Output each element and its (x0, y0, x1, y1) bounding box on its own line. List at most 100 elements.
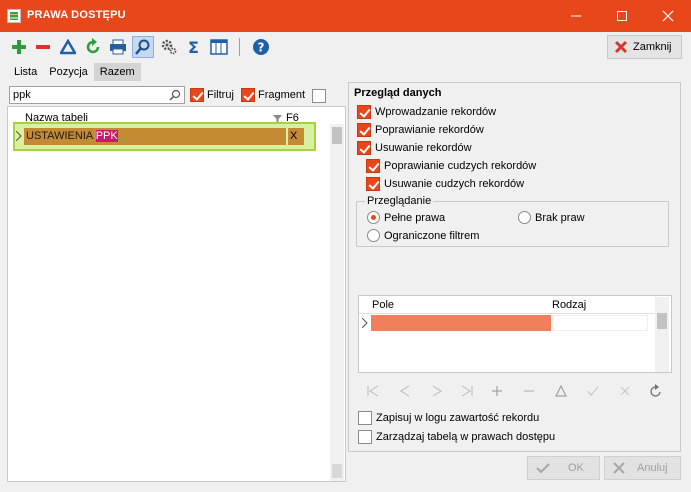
perm-insert-checkbox[interactable] (357, 105, 371, 119)
browse-filtered-radio[interactable] (367, 229, 380, 242)
search-input[interactable]: ppk (9, 86, 185, 104)
last-record-icon[interactable] (461, 385, 473, 397)
columns-icon (210, 39, 228, 55)
fields-row-type-cell[interactable] (552, 315, 648, 331)
close-icon (662, 10, 674, 22)
edit-button[interactable] (57, 36, 79, 58)
filter-label: Filtruj (207, 89, 234, 101)
log-label: Zapisuj w logu zawartość rekordu (376, 412, 540, 424)
filter-checkbox[interactable] (190, 88, 204, 102)
manage-option[interactable]: Zarządzaj tabelą w prawach dostępu (358, 430, 555, 444)
search-icon (135, 39, 150, 55)
svg-text:?: ? (258, 41, 265, 55)
table-row[interactable]: USTAWIENIA PPK X (13, 122, 316, 151)
fragment-checkbox[interactable] (241, 88, 255, 102)
check-icon (536, 463, 550, 474)
grid-scrollbar[interactable] (330, 124, 344, 481)
perm-delete-label: Usuwanie rekordów (375, 142, 472, 154)
perm-edit-others[interactable]: Poprawianie cudzych rekordów (366, 159, 536, 173)
cancel-record-icon[interactable] (619, 385, 631, 397)
columns-button[interactable] (208, 36, 230, 58)
ok-button[interactable]: OK (527, 456, 600, 480)
fields-scrollbar-thumb[interactable] (657, 313, 667, 329)
fields-header-divider (359, 313, 655, 314)
browse-none-label: Brak praw (535, 211, 585, 224)
edit-record-icon[interactable] (555, 385, 567, 397)
help-button[interactable]: ? (250, 36, 272, 58)
table-row-mark-cell[interactable]: X (288, 128, 304, 145)
fields-row-field-cell[interactable] (371, 315, 551, 331)
table-row-name-cell[interactable]: USTAWIENIA PPK (24, 128, 286, 145)
search-field-icon (169, 89, 181, 101)
window-title: PRAWA DOSTĘPU (27, 9, 126, 21)
extra-checkbox[interactable] (312, 89, 326, 103)
row-pointer-icon (16, 131, 22, 141)
post-record-icon[interactable] (587, 385, 599, 397)
table-row-match: PPK (95, 130, 118, 142)
permissions-panel: Przegląd danych Wprowadzanie rekordów Po… (348, 82, 681, 452)
remove-button[interactable] (32, 36, 54, 58)
toolbar-separator (239, 38, 240, 56)
delete-record-icon[interactable] (523, 385, 535, 397)
grid-scrollbar-thumb[interactable] (332, 127, 342, 144)
first-record-icon[interactable] (367, 385, 379, 397)
browse-full-radio[interactable] (367, 211, 380, 224)
grid-scrollbar-bottom[interactable] (332, 464, 342, 478)
tab-pozycja[interactable]: Pozycja (43, 63, 94, 81)
perm-edit-others-checkbox[interactable] (366, 159, 380, 173)
help-icon: ? (253, 39, 269, 55)
add-button[interactable] (8, 36, 30, 58)
log-option[interactable]: Zapisuj w logu zawartość rekordu (358, 411, 539, 425)
browse-legend: Przeglądanie (365, 195, 434, 207)
svg-text:Σ: Σ (188, 39, 199, 55)
perm-insert-label: Wprowadzanie rekordów (375, 106, 497, 118)
filter-toggle[interactable]: Filtruj (190, 88, 234, 102)
cancel-button[interactable]: Anuluj (604, 456, 681, 480)
sum-button[interactable]: Σ (183, 36, 205, 58)
perm-insert[interactable]: Wprowadzanie rekordów (357, 105, 496, 119)
manage-checkbox[interactable] (358, 430, 372, 444)
app-icon (7, 9, 21, 23)
browse-none[interactable]: Brak praw (518, 211, 585, 224)
minimize-icon (571, 15, 581, 17)
refresh-button[interactable] (82, 36, 104, 58)
fields-scrollbar[interactable] (655, 297, 669, 372)
tab-lista[interactable]: Lista (8, 63, 43, 81)
fragment-toggle[interactable]: Fragment (241, 88, 305, 102)
prev-record-icon[interactable] (399, 385, 411, 397)
close-form-button[interactable]: Zamknij (607, 35, 682, 59)
permissions-title: Przegląd danych (354, 87, 442, 99)
browse-filtered[interactable]: Ograniczone filtrem (367, 229, 479, 242)
minimize-button[interactable] (553, 0, 599, 32)
tab-razem[interactable]: Razem (93, 63, 141, 81)
perm-delete-checkbox[interactable] (357, 141, 371, 155)
title-bar: PRAWA DOSTĘPU (0, 0, 691, 32)
tables-grid: Nazwa tabeli F6 USTAWIENIA PPK X (7, 106, 346, 482)
table-row-mark: X (290, 130, 298, 142)
perm-delete[interactable]: Usuwanie rekordów (357, 141, 472, 155)
log-checkbox[interactable] (358, 411, 372, 425)
sigma-icon: Σ (188, 39, 199, 55)
maximize-icon (617, 11, 627, 21)
add-record-icon[interactable] (491, 385, 503, 397)
fields-navigator (361, 381, 661, 401)
next-record-icon[interactable] (431, 385, 443, 397)
browse-filtered-label: Ograniczone filtrem (384, 229, 480, 242)
browse-full[interactable]: Pełne prawa (367, 211, 445, 224)
settings-button[interactable] (158, 36, 180, 58)
search-button[interactable] (132, 36, 154, 58)
browse-group: Przeglądanie Pełne prawa Brak praw Ogran… (356, 195, 669, 247)
refresh-record-icon[interactable] (649, 384, 663, 398)
fields-grid: Pole Rodzaj (358, 295, 672, 373)
perm-edit-checkbox[interactable] (357, 123, 371, 137)
perm-edit-label: Poprawianie rekordów (375, 124, 484, 136)
maximize-button[interactable] (599, 0, 645, 32)
perm-edit[interactable]: Poprawianie rekordów (357, 123, 484, 137)
perm-delete-others[interactable]: Usuwanie cudzych rekordów (366, 177, 524, 191)
perm-delete-others-checkbox[interactable] (366, 177, 380, 191)
browse-none-radio[interactable] (518, 211, 531, 224)
add-icon (12, 40, 26, 54)
window-close-button[interactable] (645, 0, 691, 32)
close-red-icon (614, 40, 628, 54)
print-button[interactable] (107, 36, 129, 58)
